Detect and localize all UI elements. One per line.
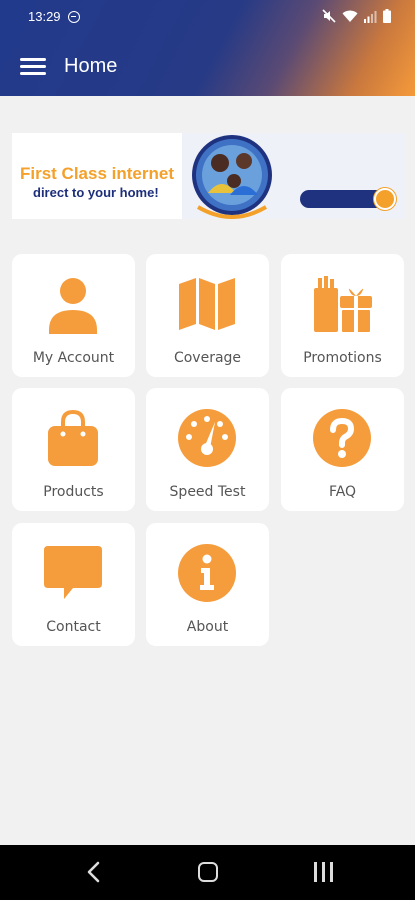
tile-label: Contact xyxy=(46,619,101,635)
app-bar: 13:29 Home xyxy=(0,0,415,96)
banner-seal-icon xyxy=(374,188,396,210)
banner-subline: direct to your home! xyxy=(33,185,159,200)
tile-label: FAQ xyxy=(328,484,357,500)
question-icon xyxy=(312,408,372,468)
tile-label: Promotions xyxy=(303,350,382,366)
tile-faq[interactable]: FAQ xyxy=(281,388,404,511)
tile-label: Products xyxy=(43,484,104,500)
info-icon xyxy=(177,543,237,603)
user-icon xyxy=(43,274,103,334)
battery-icon xyxy=(383,9,391,23)
chat-bubble-icon xyxy=(43,543,103,603)
status-time: 13:29 xyxy=(28,9,61,24)
shopping-bag-icon xyxy=(43,408,103,468)
tile-label: My Account xyxy=(32,350,115,366)
speedometer-icon xyxy=(177,408,237,468)
wifi-icon xyxy=(342,10,358,22)
tile-label: Speed Test xyxy=(169,484,246,500)
do-not-disturb-icon xyxy=(68,11,80,23)
tile-speed-test[interactable]: Speed Test xyxy=(146,388,269,511)
tile-promotions[interactable]: Promotions xyxy=(281,254,404,377)
tile-contact[interactable]: Contact xyxy=(12,523,135,646)
tile-coverage[interactable]: Coverage xyxy=(146,254,269,377)
system-nav-bar xyxy=(0,845,415,900)
mute-icon xyxy=(322,9,336,23)
status-icons xyxy=(322,8,391,24)
hamburger-menu-icon[interactable] xyxy=(18,52,48,82)
toolbar: Home xyxy=(0,40,415,96)
gift-icon xyxy=(312,274,372,334)
map-icon xyxy=(177,274,237,334)
back-icon[interactable] xyxy=(84,861,104,883)
status-bar: 13:29 xyxy=(0,0,415,34)
tile-label: Coverage xyxy=(173,350,242,366)
banner-headline: First Class internet xyxy=(20,164,174,183)
tile-my-account[interactable]: My Account xyxy=(12,254,135,377)
tile-products[interactable]: Products xyxy=(12,388,135,511)
tile-label: About xyxy=(186,619,229,635)
home-icon[interactable] xyxy=(198,862,218,882)
tile-about[interactable]: About xyxy=(146,523,269,646)
page-title: Home xyxy=(64,55,118,77)
promo-banner[interactable]: First Class internet direct to your home… xyxy=(12,133,405,219)
signal-icon xyxy=(364,10,377,23)
recents-icon[interactable] xyxy=(314,862,334,882)
